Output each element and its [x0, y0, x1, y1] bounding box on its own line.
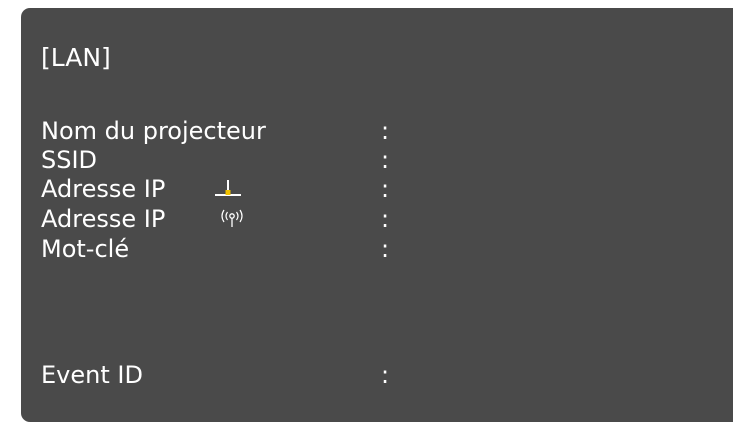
- row-label: Event ID: [41, 361, 143, 389]
- info-row-ssid: SSID :: [41, 145, 701, 175]
- wired-lan-icon: [213, 178, 243, 200]
- row-separator: :: [381, 146, 390, 174]
- info-row-event-id: Event ID :: [41, 360, 701, 390]
- row-separator: :: [381, 205, 390, 233]
- row-separator: :: [381, 235, 390, 263]
- row-label: SSID: [41, 146, 98, 174]
- lan-info-panel: [LAN] Nom du projecteur : SSID : Adresse…: [21, 8, 733, 422]
- panel-title: [LAN]: [41, 43, 111, 72]
- row-separator: :: [381, 361, 390, 389]
- wireless-lan-icon: [217, 208, 247, 230]
- row-label: Mot-clé: [41, 235, 130, 263]
- row-label: Adresse IP: [41, 205, 166, 233]
- row-separator: :: [381, 117, 390, 145]
- row-separator: :: [381, 175, 390, 203]
- info-row-ip-wireless: Adresse IP :: [41, 204, 701, 234]
- row-label: Adresse IP: [41, 175, 166, 203]
- info-row-projector-name: Nom du projecteur :: [41, 116, 701, 146]
- info-row-keyword: Mot-clé :: [41, 234, 701, 264]
- row-label: Nom du projecteur: [41, 117, 266, 145]
- info-row-ip-wired: Adresse IP :: [41, 174, 701, 204]
